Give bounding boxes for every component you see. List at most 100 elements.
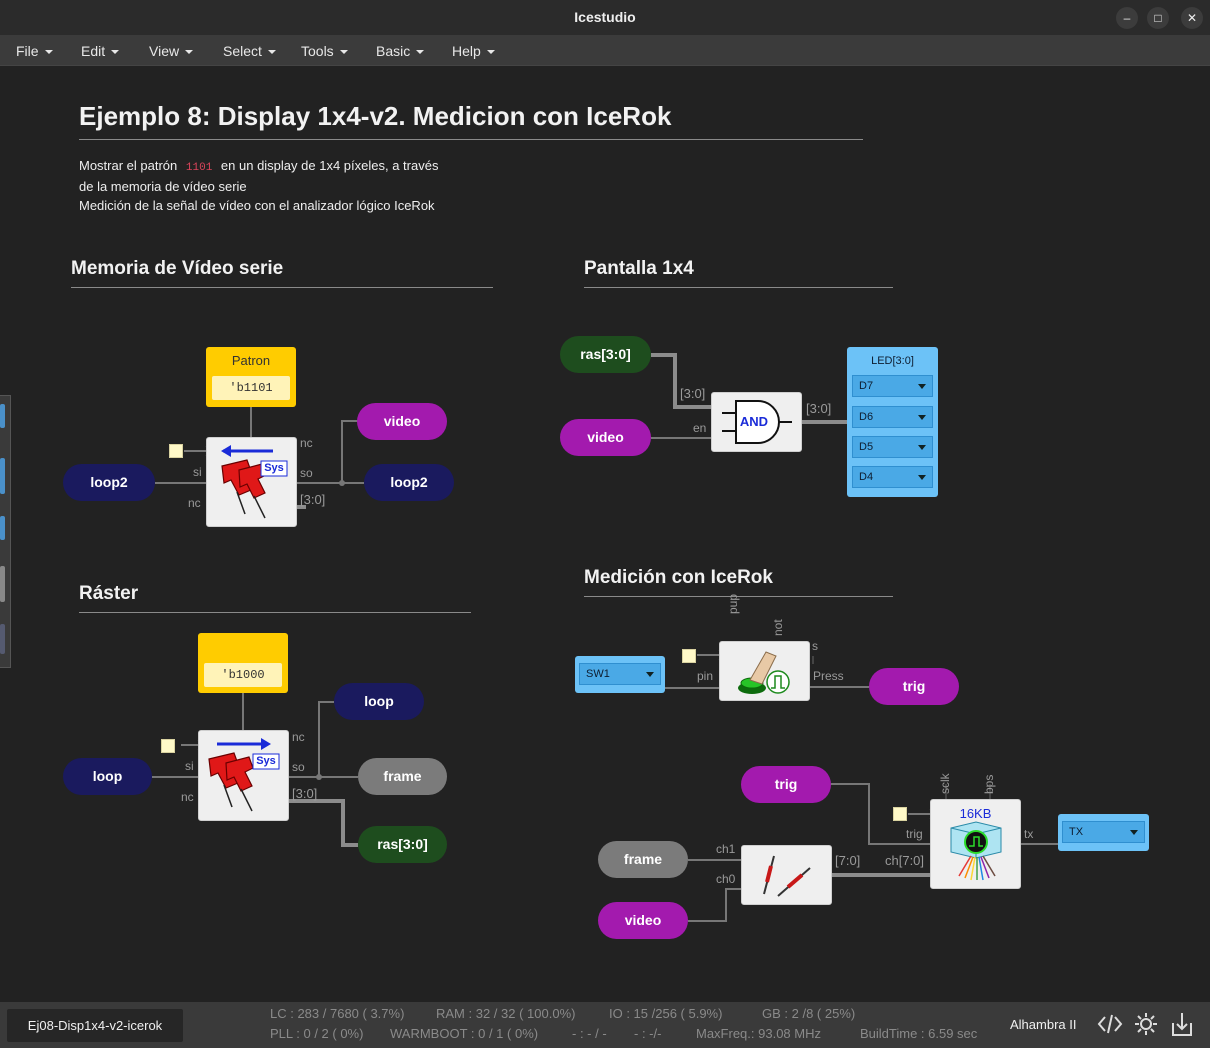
rule-memoria <box>71 287 493 288</box>
heading-raster: Ráster <box>79 583 139 604</box>
menu-edit[interactable]: Edit <box>81 43 119 59</box>
rule-raster <box>79 612 471 613</box>
stat-io: IO : 15 /256 ( 5.9%) <box>609 1006 723 1021</box>
port-trig: trig <box>906 827 923 841</box>
description-line-2: de la memoria de vídeo serie <box>79 179 247 194</box>
led-pin-select[interactable]: D7 <box>852 375 933 397</box>
port-press: Press <box>813 669 844 683</box>
upload-icon[interactable] <box>1169 1011 1195 1039</box>
port-bus: [3:0] <box>300 492 326 507</box>
port-nc-in: nc <box>181 790 194 804</box>
description-line-1: Mostrar el patrón 1101 en un display de … <box>79 158 438 174</box>
description-line-3: Medición de la señal de vídeo con el ana… <box>79 198 435 213</box>
stat-lc: LC : 283 / 7680 ( 3.7%) <box>270 1006 405 1021</box>
input-frame[interactable]: frame <box>598 841 688 878</box>
board-name[interactable]: Alhambra II <box>1010 1017 1076 1032</box>
window-titlebar: Icestudio – □ ✕ <box>0 0 1210 35</box>
code-icon[interactable] <box>1097 1011 1123 1037</box>
output-loop[interactable]: loop <box>334 683 424 720</box>
port-so: so <box>300 466 313 480</box>
heading-memoria: Memoria de Vídeo serie <box>71 258 284 279</box>
constant-label: Patron <box>231 353 271 368</box>
menu-view[interactable]: View <box>149 43 193 59</box>
rule-pantalla <box>584 287 893 288</box>
port-ch1: ch1 <box>716 842 736 856</box>
tx-pin-select[interactable]: TX <box>1062 821 1145 843</box>
led-pin-select[interactable]: D5 <box>852 436 933 458</box>
input-video[interactable]: video <box>560 419 651 456</box>
stat-gb: GB : 2 /8 ( 25%) <box>762 1006 856 1021</box>
page-title: Ejemplo 8: Display 1x4-v2. Medicion con … <box>79 101 672 131</box>
pushpin-icon <box>208 738 280 812</box>
port-not: not <box>771 619 785 636</box>
side-tab[interactable] <box>0 516 5 540</box>
input-loop[interactable]: loop <box>63 758 152 795</box>
led-pin-select[interactable]: D6 <box>852 406 933 428</box>
pushpin-icon <box>221 445 288 519</box>
menu-select[interactable]: Select <box>223 43 276 59</box>
input-video[interactable]: video <box>598 902 688 939</box>
logic-analyzer-block[interactable]: 16KB <box>930 799 1021 889</box>
statusbar: Ej08-Disp1x4-v2-icerok LC : 283 / 7680 (… <box>0 1002 1210 1048</box>
probe-block[interactable] <box>741 845 832 905</box>
led-pin-select[interactable]: D4 <box>852 466 933 488</box>
window-title: Icestudio <box>574 9 636 25</box>
shift-register-block[interactable]: Sys <box>198 730 289 821</box>
input-loop2[interactable]: loop2 <box>63 464 155 501</box>
port-bus: [3:0] <box>292 786 318 801</box>
output-ras[interactable]: ras[3:0] <box>358 826 447 863</box>
side-tab[interactable] <box>0 566 5 602</box>
button-input-block[interactable]: SW1 <box>575 656 665 693</box>
maximize-button[interactable]: □ <box>1147 7 1169 29</box>
output-trig[interactable]: trig <box>869 668 959 705</box>
port-pup: pup <box>726 593 740 614</box>
constant-value[interactable]: 'b1101 <box>212 376 290 400</box>
sys-badge: Sys <box>264 462 284 474</box>
minimize-button[interactable]: – <box>1116 7 1138 29</box>
input-trig[interactable]: trig <box>741 766 831 803</box>
button-icon <box>738 651 790 694</box>
port-nc-top: nc <box>292 730 305 744</box>
description-text-b: en un display de 1x4 píxeles, a través <box>220 158 439 173</box>
parameter-box[interactable] <box>893 807 907 821</box>
shift-register-block[interactable]: Sys <box>206 437 297 527</box>
led-output-block[interactable]: LED[3:0] D7 D6 D5 D4 <box>847 347 938 497</box>
constant-value[interactable]: 'b1000 <box>204 663 282 687</box>
port-bus-in: [3:0] <box>680 386 706 401</box>
parameter-box[interactable] <box>682 649 696 663</box>
sys-badge: Sys <box>256 755 276 767</box>
file-name-tab[interactable]: Ej08-Disp1x4-v2-icerok <box>7 1009 183 1042</box>
menu-basic[interactable]: Basic <box>376 43 424 59</box>
output-frame[interactable]: frame <box>358 758 447 795</box>
side-tab[interactable] <box>0 458 5 494</box>
menu-help[interactable]: Help <box>452 43 495 59</box>
output-loop2[interactable]: loop2 <box>364 464 454 501</box>
constant-raster[interactable]: 'b1000 <box>198 633 288 693</box>
parameter-box[interactable] <box>161 739 175 753</box>
tx-output-block[interactable]: TX <box>1058 814 1149 851</box>
stat-maxfreq: MaxFreq.: 93.08 MHz <box>696 1026 821 1041</box>
port-ch: ch[7:0] <box>885 853 925 868</box>
analyzer-label: 16KB <box>959 806 992 821</box>
button-pin-select[interactable]: SW1 <box>579 663 661 685</box>
menubar: File Edit View Select Tools Basic Help <box>0 35 1210 66</box>
parameter-box[interactable] <box>169 444 183 458</box>
output-video[interactable]: video <box>357 403 447 440</box>
port-so: so <box>292 760 305 774</box>
close-button[interactable]: ✕ <box>1181 7 1203 29</box>
and-gate-block[interactable]: AND <box>711 392 802 452</box>
design-canvas[interactable]: Ejemplo 8: Display 1x4-v2. Medicion con … <box>0 66 1210 1002</box>
stat-buildtime: BuildTime : 6.59 sec <box>860 1026 978 1041</box>
port-bus-out: [3:0] <box>806 401 832 416</box>
input-ras[interactable]: ras[3:0] <box>560 336 651 373</box>
side-panel-tabs[interactable] <box>0 395 11 668</box>
stat-warmboot: WARMBOOT : 0 / 1 ( 0%) <box>390 1026 539 1041</box>
settings-gear-icon[interactable] <box>1133 1011 1159 1037</box>
side-tab[interactable] <box>0 624 5 654</box>
side-tab[interactable] <box>0 404 5 428</box>
menu-file[interactable]: File <box>16 43 53 59</box>
constant-patron[interactable]: Patron 'b1101 <box>206 347 296 407</box>
description-text-a: Mostrar el patrón <box>79 158 178 173</box>
button-block[interactable] <box>719 641 810 701</box>
menu-tools[interactable]: Tools <box>301 43 348 59</box>
